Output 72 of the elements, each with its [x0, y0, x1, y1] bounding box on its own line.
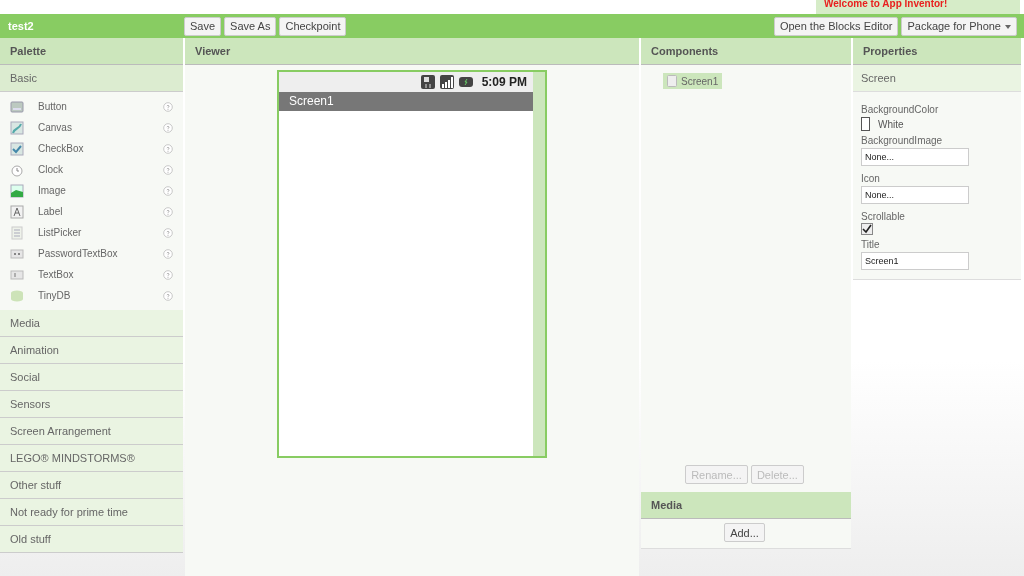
palette-item[interactable]: PasswordTextBox [38, 248, 163, 259]
palette-category[interactable]: Basic [0, 65, 183, 92]
panel-header: Properties [853, 38, 1021, 65]
help-icon [163, 185, 173, 196]
palette-category[interactable]: Screen Arrangement [0, 418, 183, 445]
screen-title-bar: Screen1 [279, 92, 533, 111]
help-icon [163, 206, 173, 217]
help-icon [163, 143, 173, 154]
property-label: Scrollable [861, 211, 906, 222]
battery-icon [457, 74, 474, 90]
database-icon [10, 288, 24, 303]
color-value: White [878, 118, 904, 130]
palette-item[interactable]: CheckBox [38, 143, 163, 154]
property-field[interactable]: Screen1 [861, 252, 969, 270]
palette-item[interactable]: Label [38, 206, 163, 217]
checkbox-icon [10, 141, 24, 156]
palette-item[interactable]: TinyDB [38, 290, 163, 301]
network-icon [419, 74, 436, 90]
property-label: Icon [861, 173, 881, 184]
toolbar-button[interactable]: Save As [224, 16, 277, 36]
tree-item[interactable]: Screen1 [663, 73, 723, 89]
color-swatch[interactable] [861, 117, 870, 131]
screen-icon [667, 75, 677, 87]
signal-icon [438, 74, 455, 90]
image-icon [10, 183, 24, 198]
clock-icon [10, 162, 24, 177]
panel-header: Viewer [185, 38, 639, 65]
status-time: 5:09 PM [481, 75, 527, 89]
property-label: BackgroundColor [861, 104, 940, 115]
help-icon [163, 164, 173, 175]
toolbar-button[interactable]: Checkpoint [279, 16, 347, 36]
palette-item[interactable]: Clock [38, 164, 163, 175]
property-label: Title [861, 239, 881, 250]
checkbox[interactable] [861, 223, 873, 235]
property-field[interactable]: None... [861, 186, 969, 204]
password-icon [10, 246, 24, 261]
help-icon [163, 122, 173, 133]
button-icon [10, 99, 24, 114]
help-icon [163, 227, 173, 238]
palette-item[interactable]: Image [38, 185, 163, 196]
help-icon [163, 248, 173, 259]
label-icon [10, 204, 24, 219]
palette-item[interactable]: Canvas [38, 122, 163, 133]
palette-category[interactable]: Other stuff [0, 472, 183, 499]
component-name: Screen [853, 65, 1021, 92]
textbox-icon [10, 267, 24, 282]
property-field[interactable]: None... [861, 148, 969, 166]
panel-header: Components [641, 38, 851, 65]
toolbar-button[interactable]: Open the Blocks Editor [773, 16, 899, 36]
palette-category[interactable]: Old stuff [0, 526, 183, 553]
help-icon [163, 290, 173, 301]
list-icon [10, 225, 24, 240]
toolbar-button[interactable]: Save [184, 16, 222, 36]
canvas-icon [10, 120, 24, 135]
palette-item[interactable]: TextBox [38, 269, 163, 280]
add-button[interactable]: Add... [724, 523, 765, 542]
palette-item[interactable]: Button [38, 101, 163, 112]
palette-item[interactable]: ListPicker [38, 227, 163, 238]
palette-category[interactable]: LEGO® MINDSTORMS® [0, 445, 183, 472]
property-label: BackgroundImage [861, 135, 944, 146]
help-icon [163, 101, 173, 112]
palette-category[interactable]: Not ready for prime time [0, 499, 183, 526]
palette-category[interactable]: Animation [0, 337, 183, 364]
panel-header: Palette [0, 38, 183, 65]
project-name: test2 [8, 20, 35, 32]
welcome-message: Welcome to App Inventor! [816, 0, 1020, 14]
dropdown-button[interactable]: Package for Phone [901, 16, 1017, 36]
panel-header: Media [641, 492, 851, 519]
help-icon [163, 269, 173, 280]
palette-category[interactable]: Media [0, 310, 183, 337]
palette-category[interactable]: Social [0, 364, 183, 391]
palette-category[interactable]: Sensors [0, 391, 183, 418]
